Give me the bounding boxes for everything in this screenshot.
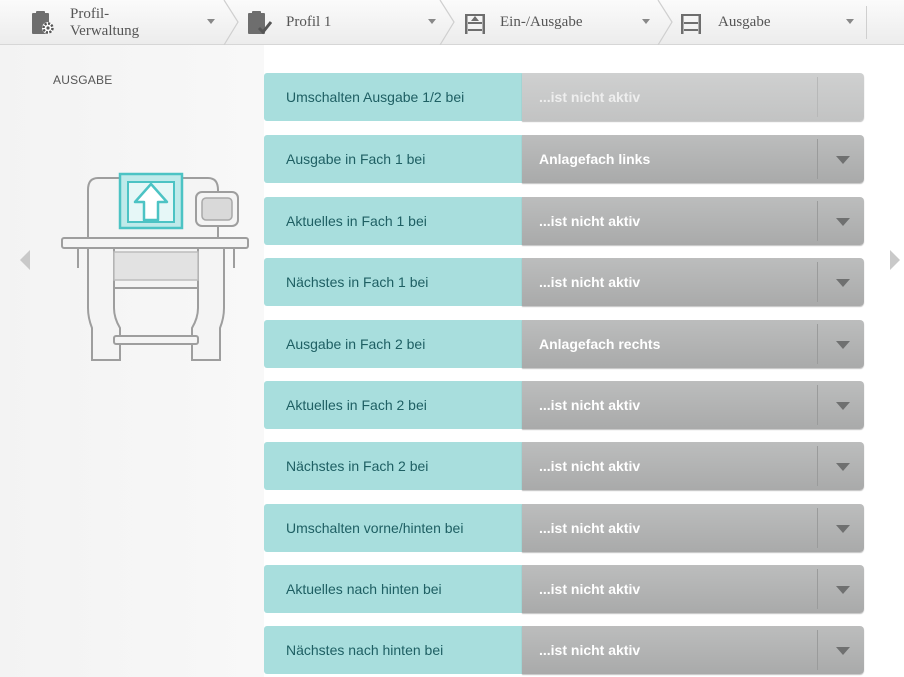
breadcrumb-item-profil-1[interactable]: Profil 1 [240, 0, 450, 44]
breadcrumb-item-profil-verwaltung[interactable]: Profil- Verwaltung [0, 0, 232, 44]
tray-io-icon [462, 10, 488, 36]
chevron-down-icon[interactable] [428, 19, 436, 24]
divider [817, 385, 818, 425]
chevron-down-icon[interactable] [836, 218, 850, 226]
divider [866, 6, 867, 39]
setting-dropdown[interactable]: ...ist nicht aktiv [522, 258, 864, 306]
setting-row-ausgabe-fach-1: Ausgabe in Fach 1 bei Anlagefach links [264, 135, 864, 183]
chevron-down-icon[interactable] [836, 525, 850, 533]
panel-title: AUSGABE [53, 73, 113, 87]
chevron-down-icon[interactable] [642, 19, 650, 24]
previous-arrow-icon[interactable] [18, 248, 32, 272]
breadcrumb: Profil- Verwaltung Profil 1 Ein-/Ausgabe… [0, 0, 904, 45]
setting-dropdown[interactable]: ...ist nicht aktiv [522, 504, 864, 552]
breadcrumb-separator-icon [439, 0, 455, 45]
dropdown-value: ...ist nicht aktiv [539, 520, 641, 536]
breadcrumb-label: Profil 1 [286, 14, 332, 30]
setting-row-aktuelles-nach-hinten: Aktuelles nach hinten bei ...ist nicht a… [264, 565, 864, 613]
divider [817, 446, 818, 486]
setting-dropdown[interactable]: ...ist nicht aktiv [522, 197, 864, 245]
printer-output-tray-illustration [61, 172, 249, 361]
setting-dropdown[interactable]: Anlagefach links [522, 135, 864, 183]
dropdown-value: ...ist nicht aktiv [539, 397, 641, 413]
dropdown-value: ...ist nicht aktiv [539, 642, 641, 658]
breadcrumb-separator-icon [223, 0, 239, 45]
dropdown-value: ...ist nicht aktiv [539, 89, 641, 105]
divider [817, 201, 818, 241]
clipboard-gear-icon [30, 10, 56, 36]
dropdown-value: ...ist nicht aktiv [539, 458, 641, 474]
setting-row-naechstes-fach-2: Nächstes in Fach 2 bei ...ist nicht akti… [264, 442, 864, 490]
setting-label: Aktuelles in Fach 1 bei [264, 197, 522, 245]
breadcrumb-item-ein-ausgabe[interactable]: Ein-/Ausgabe [456, 0, 668, 44]
setting-row-umschalten-vorne-hinten: Umschalten vorne/hinten bei ...ist nicht… [264, 504, 864, 552]
chevron-down-icon[interactable] [836, 586, 850, 594]
dropdown-value: ...ist nicht aktiv [539, 274, 641, 290]
dropdown-value: Anlagefach links [539, 151, 651, 167]
setting-label: Aktuelles nach hinten bei [264, 565, 522, 613]
chevron-down-icon[interactable] [836, 647, 850, 655]
setting-row-naechstes-nach-hinten: Nächstes nach hinten bei ...ist nicht ak… [264, 626, 864, 674]
breadcrumb-label: Ausgabe [718, 14, 771, 30]
setting-row-umschalten-ausgabe: Umschalten Ausgabe 1/2 bei ...ist nicht … [264, 73, 864, 121]
divider [817, 139, 818, 179]
setting-label: Nächstes nach hinten bei [264, 626, 522, 674]
setting-label: Ausgabe in Fach 2 bei [264, 320, 522, 368]
setting-label: Nächstes in Fach 2 bei [264, 442, 522, 490]
divider [817, 77, 818, 117]
setting-label: Nächstes in Fach 1 bei [264, 258, 522, 306]
clipboard-check-icon [246, 10, 273, 36]
chevron-down-icon[interactable] [836, 463, 850, 471]
breadcrumb-item-ausgabe[interactable]: Ausgabe [674, 0, 866, 44]
breadcrumb-label: Verwaltung [70, 23, 140, 39]
next-arrow-icon[interactable] [888, 248, 902, 272]
breadcrumb-separator-icon [657, 0, 673, 45]
setting-dropdown[interactable]: ...ist nicht aktiv [522, 565, 864, 613]
tray-output-icon [678, 10, 704, 36]
setting-row-naechstes-fach-1: Nächstes in Fach 1 bei ...ist nicht akti… [264, 258, 864, 306]
chevron-down-icon[interactable] [836, 156, 850, 164]
chevron-down-icon[interactable] [836, 279, 850, 287]
breadcrumb-label: Ein-/Ausgabe [500, 14, 583, 30]
divider [817, 324, 818, 364]
dropdown-value: ...ist nicht aktiv [539, 581, 641, 597]
dropdown-value: Anlagefach rechts [539, 336, 661, 352]
setting-dropdown: ...ist nicht aktiv [522, 73, 864, 121]
chevron-down-icon[interactable] [836, 341, 850, 349]
divider [817, 262, 818, 302]
chevron-down-icon[interactable] [836, 402, 850, 410]
chevron-down-icon[interactable] [846, 19, 854, 24]
chevron-down-icon[interactable] [207, 19, 215, 24]
setting-row-aktuelles-fach-1: Aktuelles in Fach 1 bei ...ist nicht akt… [264, 197, 864, 245]
setting-dropdown[interactable]: ...ist nicht aktiv [522, 442, 864, 490]
breadcrumb-label: Profil- [70, 6, 110, 22]
divider [817, 508, 818, 548]
setting-dropdown[interactable]: ...ist nicht aktiv [522, 381, 864, 429]
setting-label: Ausgabe in Fach 1 bei [264, 135, 522, 183]
setting-row-ausgabe-fach-2: Ausgabe in Fach 2 bei Anlagefach rechts [264, 320, 864, 368]
setting-dropdown[interactable]: Anlagefach rechts [522, 320, 864, 368]
setting-label: Umschalten Ausgabe 1/2 bei [264, 73, 522, 121]
setting-label: Aktuelles in Fach 2 bei [264, 381, 522, 429]
setting-label: Umschalten vorne/hinten bei [264, 504, 522, 552]
setting-dropdown[interactable]: ...ist nicht aktiv [522, 626, 864, 674]
divider [817, 630, 818, 670]
setting-row-aktuelles-fach-2: Aktuelles in Fach 2 bei ...ist nicht akt… [264, 381, 864, 429]
dropdown-value: ...ist nicht aktiv [539, 213, 641, 229]
divider [817, 569, 818, 609]
